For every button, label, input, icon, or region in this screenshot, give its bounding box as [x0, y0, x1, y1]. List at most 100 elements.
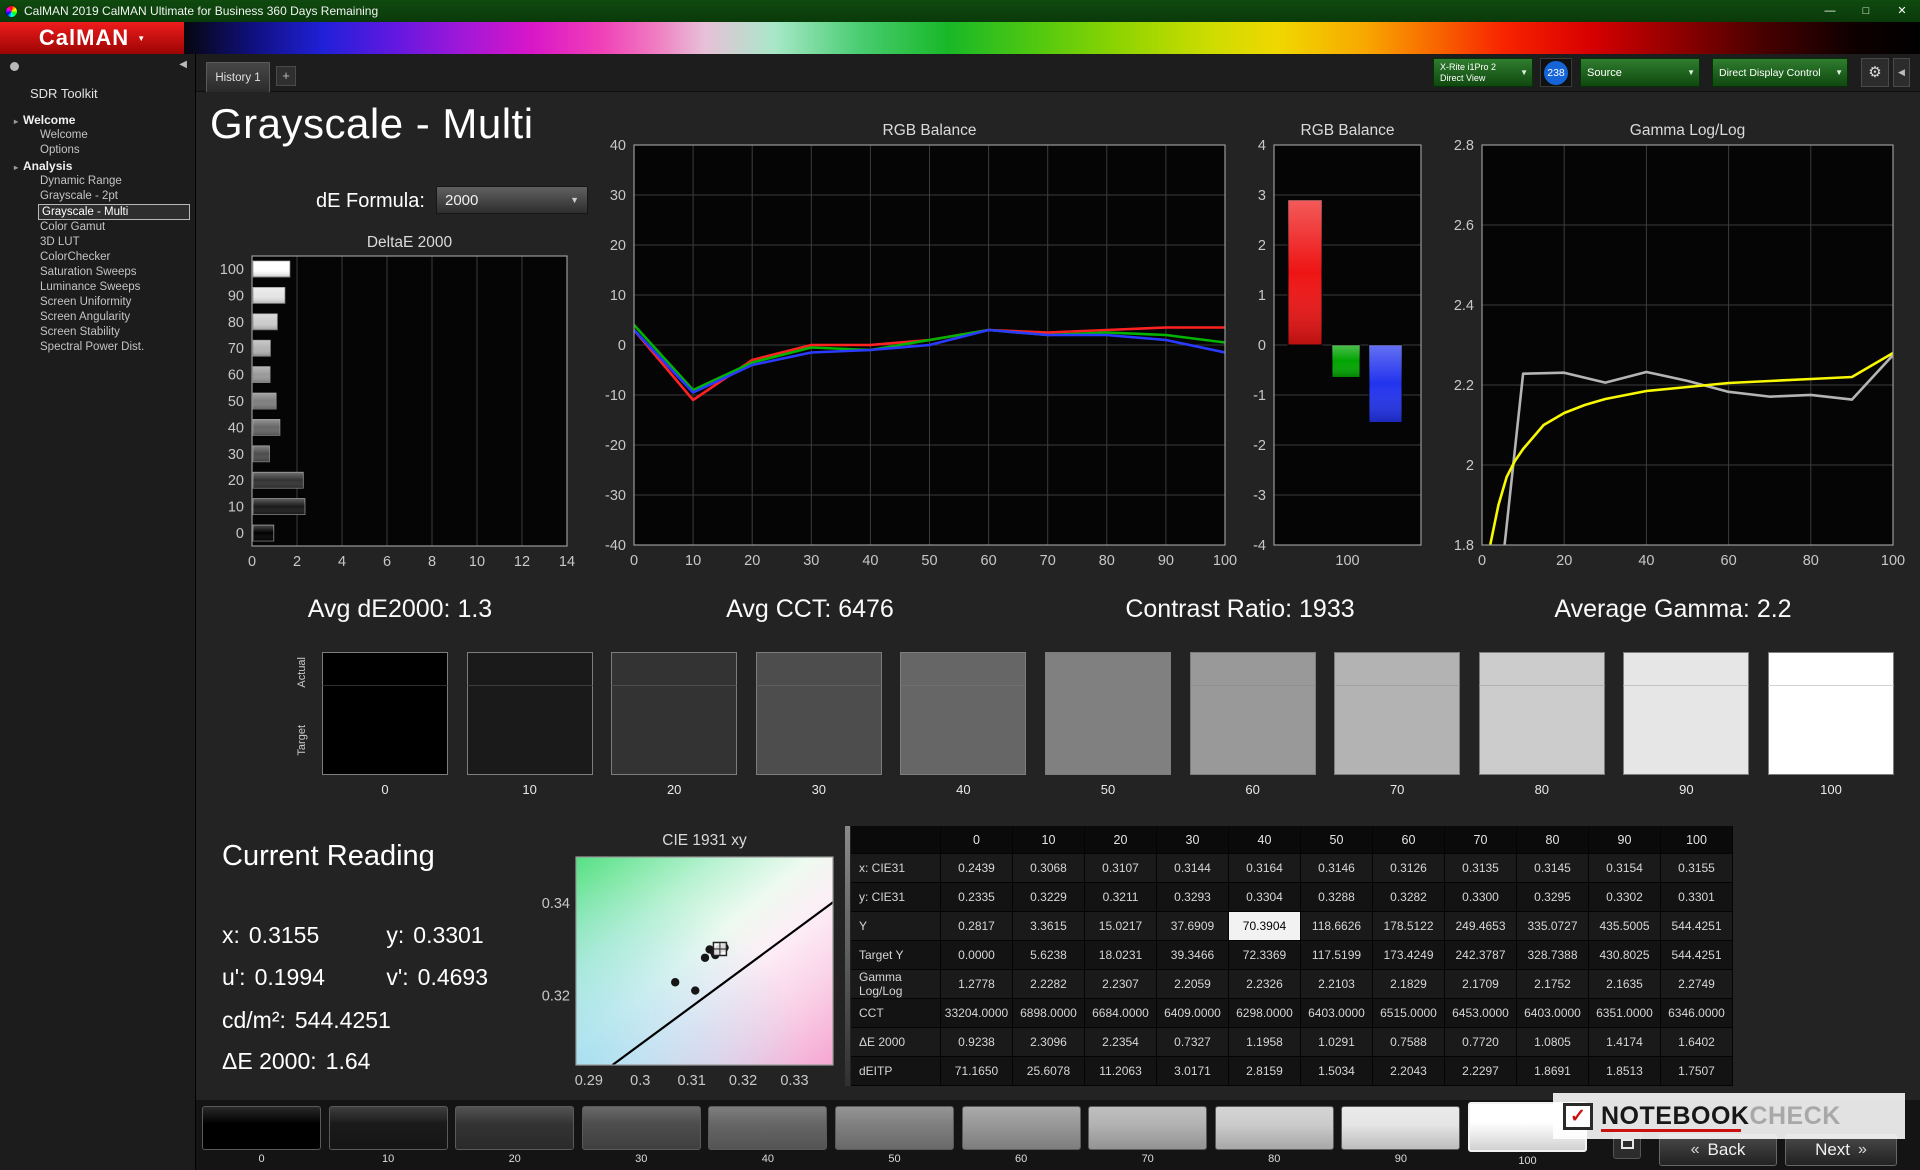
- sidebar-item-colorchecker[interactable]: ColorChecker: [0, 250, 196, 265]
- sidebar-item-screen-uniformity[interactable]: Screen Uniformity: [0, 295, 196, 310]
- de-formula-select[interactable]: 2000 ▼: [436, 186, 588, 214]
- calman-logo-menu[interactable]: CalMAN ▼: [0, 22, 184, 54]
- tick-label: -2: [1253, 438, 1266, 454]
- table-cell: 0.3211: [1085, 883, 1157, 912]
- table-cell: 2.1829: [1373, 970, 1445, 999]
- sidebar-item-options[interactable]: Options: [0, 143, 196, 158]
- sidebar-section-analysis[interactable]: ▸ Analysis: [0, 158, 196, 174]
- swatch-target: [1189, 685, 1316, 775]
- sidebar-item-screen-stability[interactable]: Screen Stability: [0, 325, 196, 340]
- table-col-header-50: 50: [1301, 826, 1373, 854]
- table-cell: 117.5199: [1301, 941, 1373, 970]
- tick-label: 70: [228, 341, 244, 357]
- sidebar-item-saturation-sweeps[interactable]: Saturation Sweeps: [0, 265, 196, 280]
- table-cell: 1.4174: [1589, 1028, 1661, 1057]
- table-cell: 1.2778: [941, 970, 1013, 999]
- swatch-actual: [1623, 652, 1750, 685]
- level-label: 80: [1268, 1153, 1281, 1165]
- back-label: Back: [1707, 1140, 1746, 1159]
- table-cell: 1.8513: [1589, 1057, 1661, 1086]
- current-reading-xy: x: 0.3155 y: 0.3301: [222, 922, 544, 949]
- table-col-header-70: 70: [1445, 826, 1517, 854]
- swatch-level-label: 100: [1820, 782, 1842, 797]
- level-label: 10: [381, 1153, 395, 1165]
- pattern-window-icon: [1620, 1139, 1634, 1149]
- tick-label: 70: [1040, 553, 1056, 569]
- sidebar-item-grayscale-multi[interactable]: Grayscale - Multi: [38, 204, 190, 220]
- level-label: 50: [888, 1153, 901, 1165]
- tab-history-1[interactable]: History 1: [206, 62, 270, 92]
- window-title: CalMAN 2019 CalMAN Ultimate for Business…: [24, 4, 379, 18]
- table-cell: 2.8159: [1229, 1057, 1301, 1086]
- level-swatch: [455, 1106, 575, 1150]
- table-cell: 6409.0000: [1157, 999, 1229, 1028]
- level-button-40[interactable]: 40: [708, 1106, 828, 1165]
- tick-label: RGB Balance: [1301, 122, 1395, 139]
- source-dropdown[interactable]: Source ▼: [1580, 58, 1700, 87]
- swatch-level-label: 80: [1534, 782, 1550, 797]
- table-cell: 0.3302: [1589, 883, 1661, 912]
- table-cell: 37.6909: [1157, 912, 1229, 941]
- minimize-button[interactable]: —: [1812, 0, 1848, 22]
- level-button-80[interactable]: 80: [1214, 1106, 1334, 1165]
- tick-label: 4: [338, 554, 346, 570]
- table-cell: 435.5005: [1589, 912, 1661, 941]
- level-button-30[interactable]: 30: [581, 1106, 701, 1165]
- sidebar-item-screen-angularity[interactable]: Screen Angularity: [0, 310, 196, 325]
- tick-label: 3: [1258, 188, 1266, 204]
- tick-label: 0: [236, 526, 244, 542]
- tick-label: -20: [605, 438, 626, 454]
- table-cell: 15.0217: [1085, 912, 1157, 941]
- level-button-90[interactable]: 90: [1341, 1106, 1461, 1165]
- table-cell: 2.2354: [1085, 1028, 1157, 1057]
- gamma-svg: Gamma Log/Log 2.8 2.6 2.4 2.2 2 1.80 20 40 60 80 10…: [1454, 122, 1905, 569]
- notebookcheck-watermark: ✓ NOTEBOOK CHECK: [1553, 1093, 1905, 1139]
- swatch-level-label: 40: [956, 782, 971, 797]
- tick-label: -3: [1253, 488, 1266, 504]
- cie-measurement-point: [691, 986, 700, 995]
- grayscale-swatch-row: Actual Target 0 10 20 30 40 50 60 70 80 90 100: [290, 645, 1920, 805]
- sidebar-item-grayscale-2pt[interactable]: Grayscale - 2pt: [0, 189, 196, 204]
- swatch-target: [322, 685, 448, 775]
- meter-dropdown[interactable]: X-Rite i1Pro 2 Direct View ▼: [1433, 58, 1533, 87]
- table-row-4: Gamma Log/Log 1.2778 2.2282 2.2307 2.2059 2.2…: [851, 970, 1733, 999]
- level-label: 100: [1518, 1155, 1537, 1167]
- table-cell: 0.3282: [1373, 883, 1445, 912]
- level-button-70[interactable]: 70: [1088, 1106, 1208, 1165]
- swatch-actual: [1189, 652, 1316, 685]
- table-cell: 0.3135: [1445, 854, 1517, 883]
- table-cell: 173.4249: [1373, 941, 1445, 970]
- sidebar-item-spectral-power-dist[interactable]: Spectral Power Dist.: [0, 340, 196, 355]
- tick-label: 10: [610, 288, 626, 304]
- sidebar-section-welcome[interactable]: ▸ Welcome: [0, 112, 196, 128]
- logo-dropdown-icon: ▼: [137, 33, 146, 43]
- settings-gear-button[interactable]: ⚙: [1861, 58, 1889, 87]
- grayscale-swatch-40: 40: [900, 652, 1027, 797]
- level-button-0[interactable]: 0: [202, 1106, 321, 1165]
- grayscale-swatch-50: 50: [1045, 652, 1171, 797]
- tick-label: 4: [1258, 138, 1266, 154]
- table-cell: 3.0171: [1157, 1057, 1229, 1086]
- level-button-60[interactable]: 60: [961, 1106, 1081, 1165]
- right-panel-collapse-button[interactable]: ◀: [1893, 58, 1910, 87]
- sidebar-item-dynamic-range[interactable]: Dynamic Range: [0, 174, 196, 189]
- tick-label: -4: [1253, 538, 1266, 554]
- table-cell: 25.6078: [1013, 1057, 1085, 1086]
- sidebar-collapse-icon[interactable]: ◀: [179, 59, 187, 70]
- level-button-10[interactable]: 10: [328, 1106, 448, 1165]
- display-control-dropdown[interactable]: Direct Display Control ▼: [1712, 58, 1848, 87]
- tick-label: 80: [228, 315, 244, 331]
- sidebar-item-color-gamut[interactable]: Color Gamut: [0, 220, 196, 235]
- table-row-1: y: CIE31 0.2335 0.3229 0.3211 0.3293 0.3304 0.…: [851, 883, 1733, 912]
- close-button[interactable]: ✕: [1884, 0, 1920, 22]
- sidebar-item-welcome[interactable]: Welcome: [0, 128, 196, 143]
- level-button-20[interactable]: 20: [455, 1106, 575, 1165]
- sidebar-item-luminance-sweeps[interactable]: Luminance Sweeps: [0, 280, 196, 295]
- tick-label: -1: [1253, 388, 1266, 404]
- level-button-50[interactable]: 50: [835, 1106, 954, 1165]
- maximize-button[interactable]: □: [1848, 0, 1884, 22]
- patch-count-badge[interactable]: 238: [1540, 58, 1572, 87]
- table-row-0: x: CIE31 0.2439 0.3068 0.3107 0.3144 0.3164 0.…: [851, 854, 1733, 883]
- add-tab-button[interactable]: +: [276, 66, 296, 86]
- sidebar-item-3d-lut[interactable]: 3D LUT: [0, 235, 196, 250]
